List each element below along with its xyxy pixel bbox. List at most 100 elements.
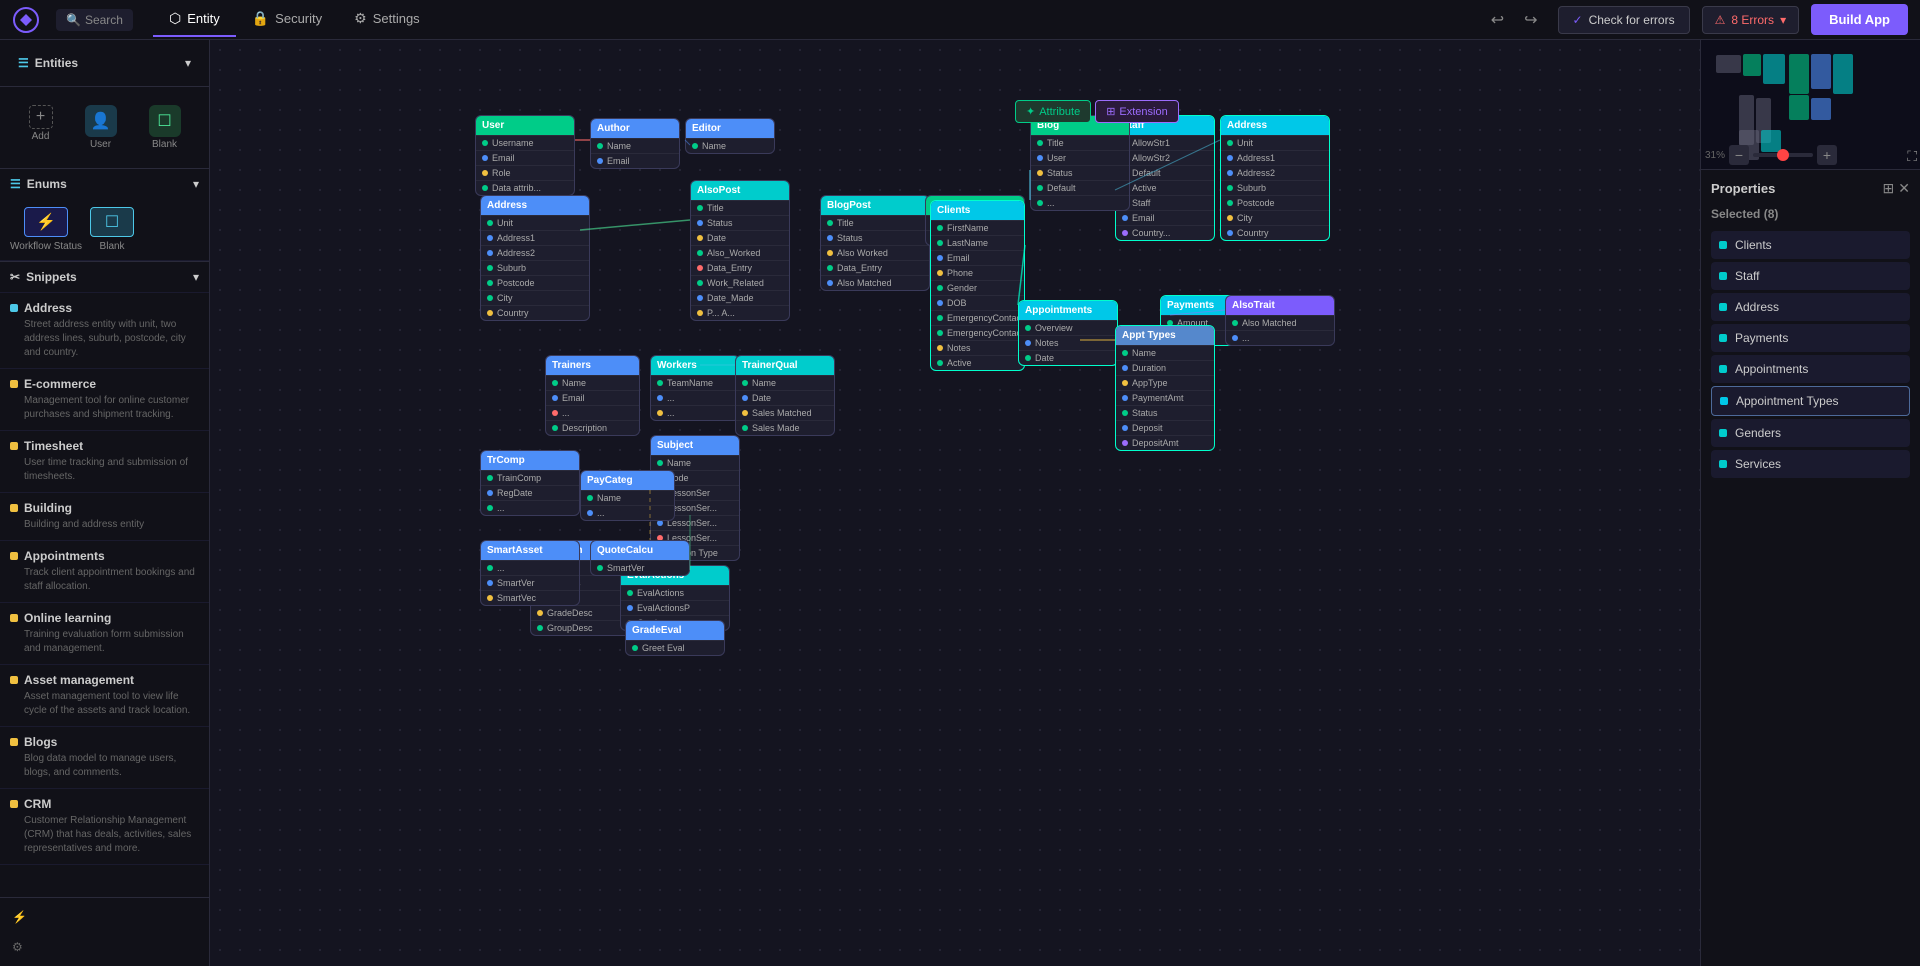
tab-entity[interactable]: ⬡ Entity [153,2,236,37]
app-logo[interactable] [12,6,40,34]
node-editor[interactable]: Editor Name [685,118,775,154]
list-item[interactable]: Appointments Track client appointment bo… [0,541,209,603]
add-button[interactable]: + Add [21,97,61,158]
extension-tab[interactable]: ⊞ Extension [1095,100,1179,123]
prop-item-address[interactable]: Address [1711,293,1910,321]
list-item[interactable]: Building Building and address entity [0,493,209,541]
enums-section-header[interactable]: ☰ Enums ▾ [0,169,209,199]
minimap-node [1811,98,1831,120]
maximize-minimap-button[interactable]: ⛶ [1907,148,1917,165]
entity-description: Asset management tool to view life cycle… [10,690,199,718]
check-errors-label: Check for errors [1589,13,1675,27]
node-header: GradeEval [626,621,724,640]
check-errors-button[interactable]: ✓ Check for errors [1558,6,1690,34]
node-address-canvas[interactable]: Address Unit Address1 Address2 Suburb Po… [480,195,590,321]
minimap-node [1789,95,1809,120]
enums-icon: ☰ [10,177,21,191]
node-trainerqual[interactable]: TrainerQual Name Date Sales Matched Sale… [735,355,835,436]
prop-item-clients[interactable]: Clients [1711,231,1910,259]
extension-label: Extension [1119,106,1167,118]
build-app-button[interactable]: Build App [1811,4,1908,35]
user-icon: 👤 [85,105,117,137]
list-item[interactable]: Timesheet User time tracking and submiss… [0,431,209,493]
prop-item-services[interactable]: Services [1711,450,1910,478]
settings-icon: ⚙ [354,10,367,27]
node-blogpost[interactable]: BlogPost Title Status Also Worked Data_E… [820,195,930,291]
node-smartasset[interactable]: SmartAsset ... SmartVer SmartVec [480,540,580,606]
node-header: Address [481,196,589,215]
prop-item-genders[interactable]: Genders [1711,419,1910,447]
entity-description: Customer Relationship Management (CRM) t… [10,814,199,856]
node-workers[interactable]: Workers TeamName ... ... [650,355,740,421]
entities-icon: ☰ [18,56,29,70]
minimap-node [1763,54,1785,84]
prop-dot [1719,334,1727,342]
node-alsotrait[interactable]: AlsoTrait Also Matched ... [1225,295,1335,346]
prop-item-payments[interactable]: Payments [1711,324,1910,352]
node-clients[interactable]: Clients FirstName LastName Email Phone G… [930,200,1025,371]
workflow-blank-button[interactable]: ☐ Blank [90,207,134,252]
node-trainers[interactable]: Trainers Name Email ... Description [545,355,640,436]
node-trainercomp[interactable]: TrComp TrainComp RegDate ... [480,450,580,516]
workflow-status-label: Workflow Status [10,241,82,252]
node-appointments-canvas[interactable]: Appointments Overview Notes Date [1018,300,1118,366]
errors-count-label: 8 Errors [1731,13,1774,27]
list-item[interactable]: Address Street address entity with unit,… [0,293,209,369]
attribute-tab[interactable]: ✦ Attribute [1015,100,1091,123]
tab-settings[interactable]: ⚙ Settings [338,2,436,37]
snippets-section-header[interactable]: ✂ Snippets ▾ [0,262,209,293]
properties-close-button[interactable]: ✕ [1898,180,1910,197]
node-header: Trainers [546,356,639,375]
zoom-out-button[interactable]: − [1729,145,1749,165]
zoom-slider[interactable] [1753,153,1813,157]
prop-dot [1719,303,1727,311]
settings-bottom-icon: ⚙ [12,940,23,954]
prop-item-appointment-types[interactable]: Appointment Types [1711,386,1910,416]
user-entity-button[interactable]: 👤 User [77,97,125,158]
minimap-node [1811,54,1831,89]
chevron-down-icon: ▾ [1780,13,1786,27]
properties-title: Properties [1711,181,1775,196]
tab-security[interactable]: 🔒 Security [236,2,338,37]
zoom-level: 31% [1705,150,1725,161]
list-item[interactable]: CRM Customer Relationship Management (CR… [0,789,209,865]
list-item[interactable]: Online learning Training evaluation form… [0,603,209,665]
prop-item-appointments[interactable]: Appointments [1711,355,1910,383]
node-alsopost[interactable]: AlsoPost Title Status Date Also_Worked D… [690,180,790,321]
search-area[interactable]: 🔍 Search [56,9,133,31]
prop-name: Staff [1735,269,1759,283]
node-header: Author [591,119,679,138]
list-item[interactable]: Blogs Blog data model to manage users, b… [0,727,209,789]
bottom-icon-2[interactable]: ⚙ [8,936,201,958]
properties-expand-button[interactable]: ⊞ [1883,180,1895,197]
node-quotecalcu[interactable]: QuoteCalcu SmartVer [590,540,690,576]
blank-entity-button[interactable]: ☐ Blank [141,97,189,158]
bottom-icon-1[interactable]: ⚡ [8,906,201,928]
snippets-icon: ✂ [10,270,20,284]
undo-button[interactable]: ↩ [1483,6,1512,34]
node-paycateg[interactable]: PayCateg Name ... [580,470,675,521]
redo-button[interactable]: ↪ [1516,6,1545,34]
node-author[interactable]: Author Name Email [590,118,680,169]
list-item[interactable]: Asset management Asset management tool t… [0,665,209,727]
entities-section-header[interactable]: ☰ Entities ▾ [8,48,201,78]
node-appt-types-canvas[interactable]: Appt Types Name Duration AppType Payment… [1115,325,1215,451]
entity-dot [10,738,18,746]
entity-dot [10,504,18,512]
workflow-blank-icon: ☐ [90,207,134,237]
prop-name: Appointment Types [1736,394,1839,408]
sidebar-bottom: ⚡ ⚙ [0,897,209,966]
node-blog2[interactable]: Blog Title User Status Default ... [1030,115,1130,211]
node-user[interactable]: User Username Email Role Data attrib... [475,115,575,196]
prop-item-staff[interactable]: Staff [1711,262,1910,290]
node-address-right[interactable]: Address Unit Address1 Address2 Suburb Po… [1220,115,1330,241]
list-item[interactable]: E-commerce Management tool for online cu… [0,369,209,431]
errors-button[interactable]: ⚠ 8 Errors ▾ [1702,6,1799,34]
workflow-status-button[interactable]: ⚡ Workflow Status [10,207,82,252]
nav-tabs: ⬡ Entity 🔒 Security ⚙ Settings [153,2,436,37]
node-staff[interactable]: Staff AllowStr1 AllowStr2 Default Active… [1115,115,1215,241]
zoom-in-button[interactable]: + [1817,145,1837,165]
node-gradeeval[interactable]: GradeEval Greet Eval [625,620,725,656]
minimap-node [1789,54,1809,94]
canvas-area[interactable]: ✦ Attribute ⊞ Extension User Username Em… [210,40,1700,966]
